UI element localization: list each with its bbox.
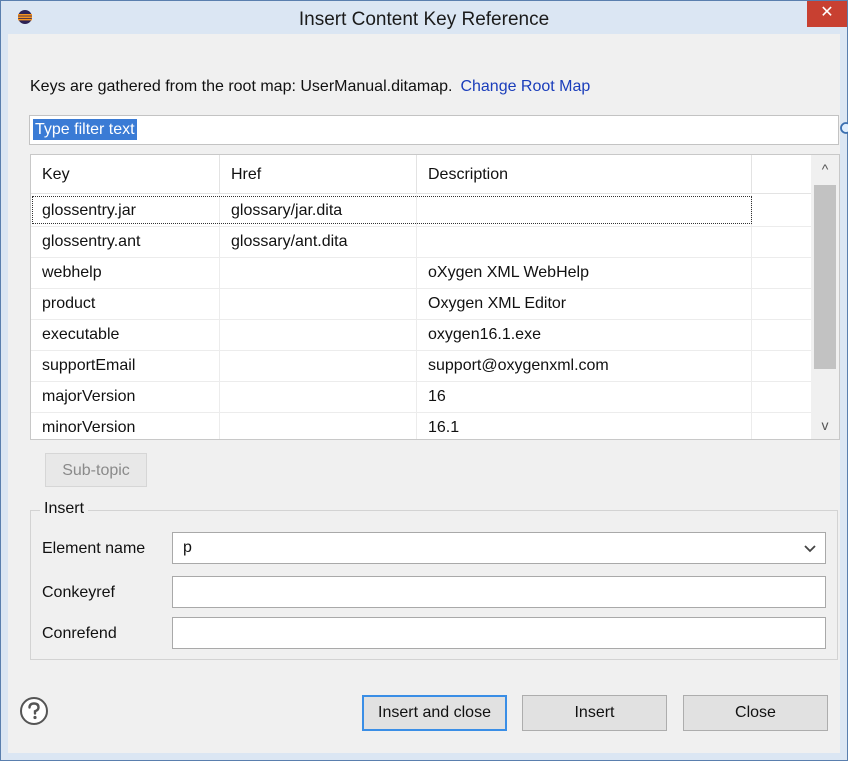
table-row[interactable]: minorVersion 16.1 [31,412,811,439]
cell-description: 16 [417,381,752,412]
cell-key: minorVersion [31,412,220,439]
cell-href [220,288,417,319]
element-name-combo[interactable] [172,532,826,564]
conrefend-label: Conrefend [42,625,117,642]
cell-href [220,257,417,288]
sub-topic-button[interactable]: Sub-topic [45,453,147,487]
root-map-info: Keys are gathered from the root map: Use… [30,78,590,96]
cell-href: glossary/ant.dita [220,226,417,257]
cell-href [220,412,417,439]
cell-description: oxygen16.1.exe [417,319,752,350]
conrefend-field[interactable] [172,617,826,649]
table-vertical-scrollbar[interactable]: ^ v [811,155,839,439]
cell-key: majorVersion [31,381,220,412]
insert-and-close-button[interactable]: Insert and close [362,695,507,731]
table-row[interactable]: product Oxygen XML Editor [31,288,811,320]
filter-field[interactable]: Type filter text [29,115,848,145]
column-header-key[interactable]: Key [31,155,220,193]
chevron-down-icon[interactable] [801,539,819,557]
conkeyref-input[interactable] [173,577,783,607]
cell-key: glossentry.jar [31,195,220,226]
table-row[interactable]: executable oxygen16.1.exe [31,319,811,351]
conrefend-input[interactable] [173,618,783,648]
table-row[interactable]: glossentry.ant glossary/ant.dita [31,226,811,258]
cell-href [220,381,417,412]
change-root-map-link[interactable]: Change Root Map [460,78,590,95]
cell-description: oXygen XML WebHelp [417,257,752,288]
search-icon[interactable] [839,121,848,139]
close-button[interactable]: Close [683,695,828,731]
root-map-info-text: Keys are gathered from the root map: Use… [30,78,453,95]
cell-key: supportEmail [31,350,220,381]
insert-group-label: Insert [40,500,89,518]
cell-key: webhelp [31,257,220,288]
table-row[interactable]: webhelp oXygen XML WebHelp [31,257,811,289]
table-row[interactable]: supportEmail support@oxygenxml.com [31,350,811,382]
scroll-up-arrow-icon[interactable]: ^ [811,155,839,183]
cell-description [417,195,752,226]
conkeyref-field[interactable] [172,576,826,608]
help-icon[interactable] [19,696,49,726]
cell-href: glossary/jar.dita [220,195,417,226]
cell-href [220,350,417,381]
column-header-href[interactable]: Href [220,155,417,193]
cell-href [220,319,417,350]
table-row[interactable]: glossentry.jar glossary/jar.dita [31,195,811,227]
cell-key: executable [31,319,220,350]
cell-key: product [31,288,220,319]
filter-input[interactable] [32,118,802,140]
insert-button[interactable]: Insert [522,695,667,731]
window-title: Insert Content Key Reference [298,9,550,30]
cell-description: Oxygen XML Editor [417,288,752,319]
element-name-label: Element name [42,540,146,557]
table-header: Key Href Description [31,155,811,194]
element-name-input[interactable] [173,533,783,563]
scrollbar-thumb[interactable] [814,185,836,369]
close-icon: ✕ [820,4,834,21]
cell-description [417,226,752,257]
cell-key: glossentry.ant [31,226,220,257]
column-header-description[interactable]: Description [417,155,752,193]
keys-table[interactable]: Key Href Description glossentry.jar glos… [30,154,840,440]
title-bar[interactable]: Insert Content Key Reference ✕ [1,1,847,35]
cell-description: support@oxygenxml.com [417,350,752,381]
scroll-down-arrow-icon[interactable]: v [811,411,839,439]
cell-description: 16.1 [417,412,752,439]
conkeyref-label: Conkeyref [42,584,115,601]
close-window-button[interactable]: ✕ [807,1,847,27]
table-row[interactable]: majorVersion 16 [31,381,811,413]
